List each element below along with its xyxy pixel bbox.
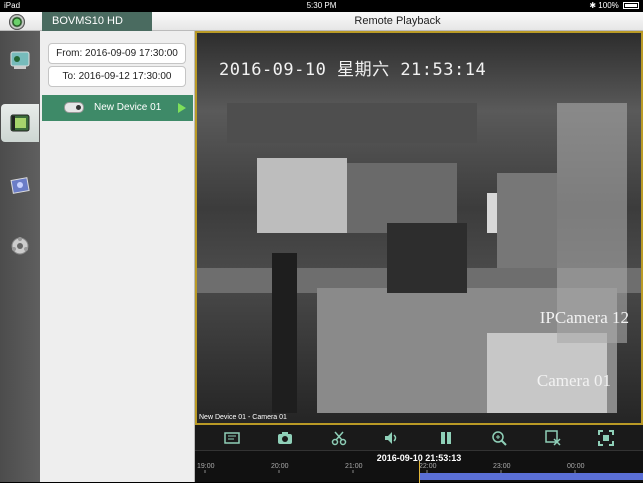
main-nav-rail — [0, 31, 40, 482]
playback-icon[interactable] — [1, 104, 39, 142]
osd-camera-name: Camera 01 — [536, 371, 611, 390]
live-view-icon[interactable] — [1, 41, 39, 79]
app-logo-icon — [9, 14, 25, 30]
zoom-in-icon[interactable] — [488, 427, 510, 449]
from-time-button[interactable]: From: 2016-09-09 17:30:00 — [48, 43, 186, 64]
device-panel: From: 2016-09-09 17:30:00 To: 2016-09-12… — [40, 31, 195, 482]
play-arrow-icon[interactable] — [178, 103, 186, 113]
record-list-icon[interactable] — [221, 427, 243, 449]
camera-icon — [64, 102, 84, 113]
gallery-icon[interactable] — [1, 166, 39, 204]
timeline-label: 23:00 — [493, 463, 511, 470]
device-name: New Device 01 — [94, 102, 162, 113]
clock: 5:30 PM — [306, 1, 337, 10]
volume-icon[interactable] — [381, 427, 403, 449]
battery-icon — [623, 2, 639, 9]
timeline-label: 22:00 — [419, 463, 437, 470]
clip-icon[interactable] — [328, 427, 350, 449]
playback-timeline[interactable]: 2016-09-10 21:53:13 19:00 20:00 21:00 22… — [195, 450, 643, 483]
video-player[interactable]: 2016-09-10 星期六 21:53:14 IPCamera 12 Came… — [195, 31, 643, 425]
battery-indicator: ✱ 100% — [589, 1, 639, 10]
recording-segment — [420, 473, 643, 480]
battery-percent: 100% — [598, 1, 619, 10]
video-caption: New Device 01 - Camera 01 — [199, 414, 287, 421]
page-title: Remote Playback — [354, 15, 441, 27]
to-time-button[interactable]: To: 2016-09-12 17:30:00 — [48, 66, 186, 87]
bluetooth-icon: ✱ — [589, 1, 597, 10]
device-list-item[interactable]: New Device 01 — [42, 95, 193, 121]
timeline-cursor[interactable] — [419, 461, 420, 483]
timeline-label: 20:00 — [271, 463, 289, 470]
timeline-label: 19:00 — [197, 463, 215, 470]
status-bar: iPad 5:30 PM ✱ 100% — [0, 0, 643, 12]
timeline-label: 00:00 — [567, 463, 585, 470]
app-title: BOVMS10 HD — [42, 12, 152, 31]
osd-camera-model: IPCamera 12 — [539, 308, 629, 327]
stop-all-icon[interactable] — [542, 427, 564, 449]
timeline-label: 21:00 — [345, 463, 363, 470]
osd-timestamp: 2016-09-10 星期六 21:53:14 — [219, 60, 487, 80]
pause-icon[interactable] — [435, 427, 457, 449]
playback-toolbar — [195, 425, 643, 450]
snapshot-icon[interactable] — [274, 427, 296, 449]
settings-icon[interactable] — [1, 227, 39, 265]
fullscreen-icon[interactable] — [595, 427, 617, 449]
